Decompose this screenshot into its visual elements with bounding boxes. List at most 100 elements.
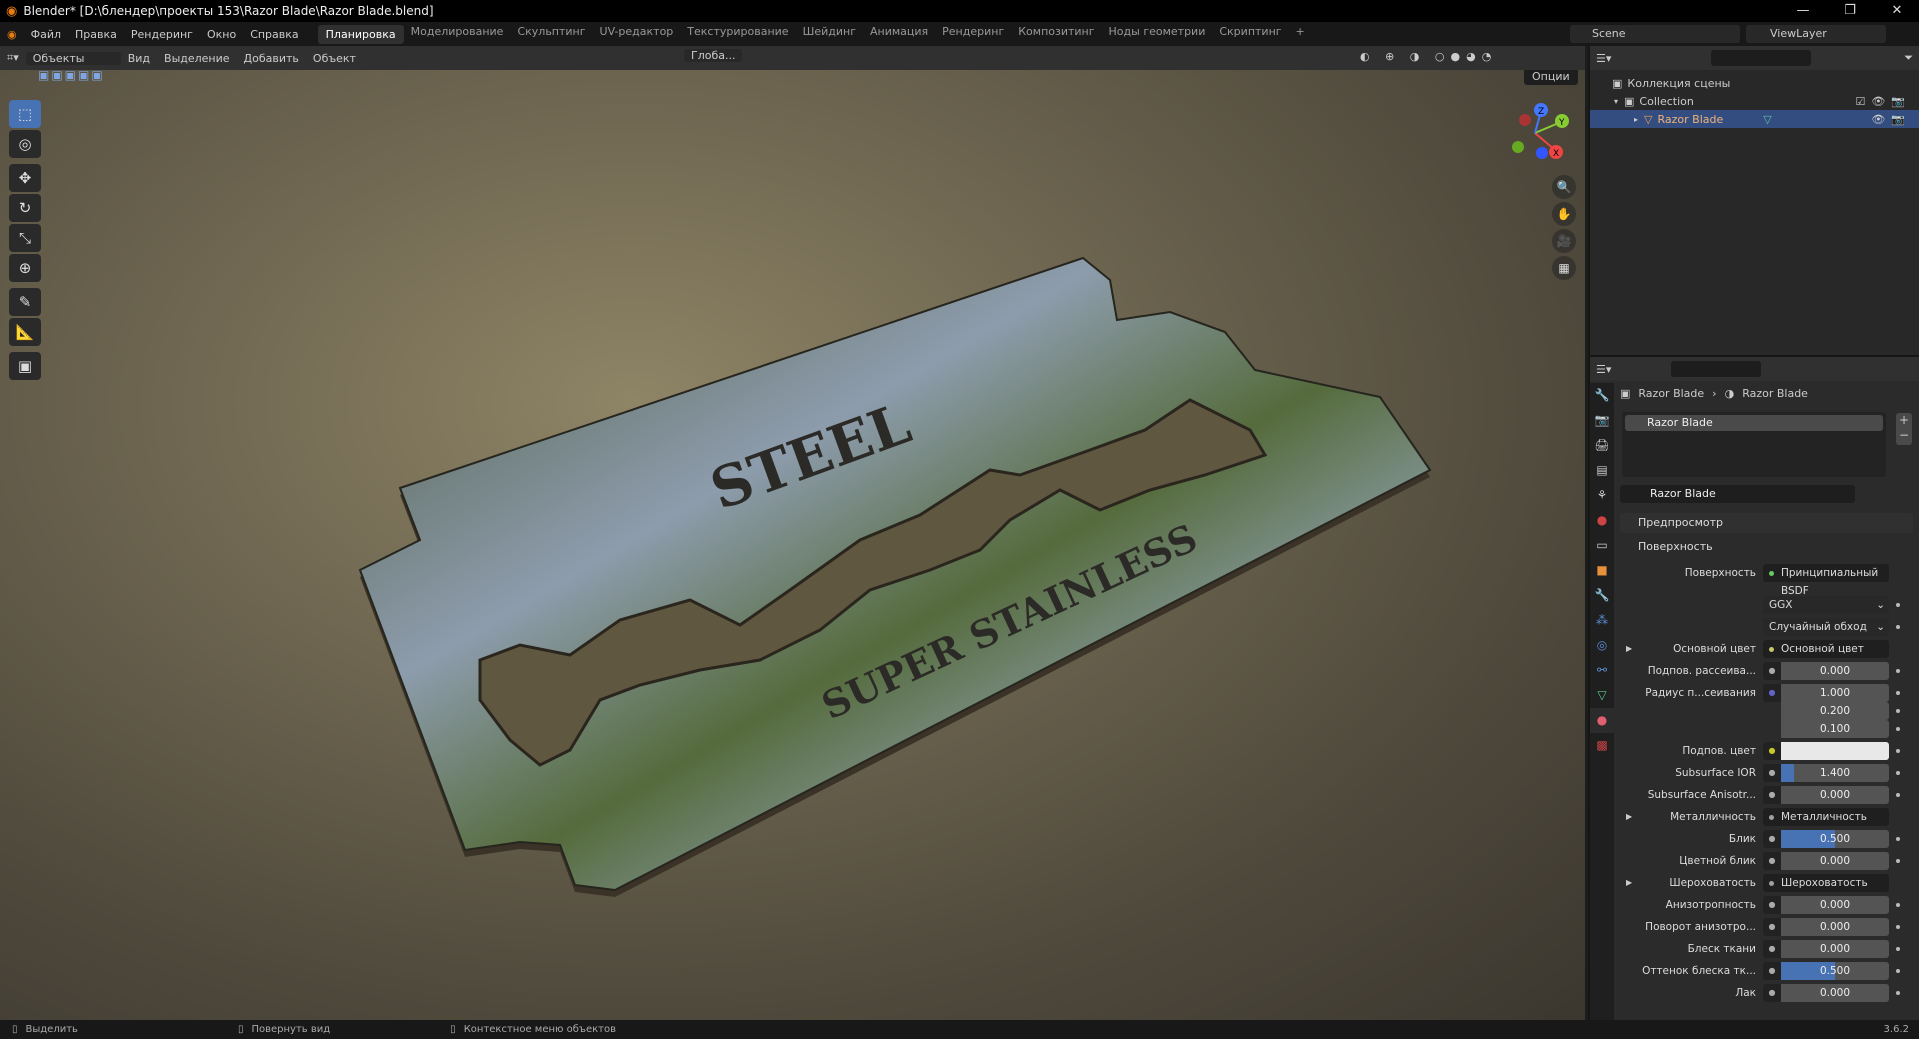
keyframe-dot-icon[interactable]: [1896, 669, 1900, 673]
property-value-field[interactable]: 0.000: [1781, 786, 1889, 804]
workspace-tab[interactable]: Скульптинг: [510, 25, 592, 44]
socket-icon[interactable]: ●: [1763, 962, 1781, 980]
minimize-button[interactable]: —: [1781, 0, 1825, 22]
keyframe-dot-icon[interactable]: [1896, 991, 1900, 995]
blender-menu-icon[interactable]: ◉: [0, 28, 24, 41]
keyframe-dot-icon[interactable]: [1896, 771, 1900, 775]
workspace-tab[interactable]: Ноды геометрии: [1102, 25, 1213, 44]
tool-tab-icon[interactable]: 🔧: [1590, 383, 1614, 408]
scene-collection-row[interactable]: ▣ Коллекция сцены: [1590, 74, 1919, 92]
keyframe-dot-icon[interactable]: [1896, 727, 1900, 731]
keyframe-dot-icon[interactable]: [1896, 691, 1900, 695]
collection-row[interactable]: ▾ ▣ Collection ☑👁📷: [1590, 92, 1919, 110]
keyframe-dot-icon[interactable]: [1896, 947, 1900, 951]
constraints-tab-icon[interactable]: ⚯: [1590, 658, 1614, 683]
grid-ortho-icon[interactable]: ▦: [1552, 256, 1576, 280]
object-row-razor-blade[interactable]: ▸ ▽ Razor Blade ▽ 👁📷: [1590, 110, 1919, 128]
collection-tab-icon[interactable]: ▭: [1590, 533, 1614, 558]
scene-selector[interactable]: Scene: [1570, 25, 1740, 43]
particles-tab-icon[interactable]: ⁂: [1590, 608, 1614, 633]
subsurface-method-dropdown[interactable]: Случайный обход ⌄: [1763, 618, 1889, 636]
keyframe-dot-icon[interactable]: [1896, 709, 1900, 713]
workspace-tab[interactable]: Анимация: [863, 25, 935, 44]
properties-search-input[interactable]: [1671, 361, 1762, 377]
visibility-icons[interactable]: 👁📷: [1871, 113, 1911, 126]
keyframe-dot-icon[interactable]: [1896, 859, 1900, 863]
color-swatch[interactable]: [1781, 742, 1889, 760]
output-tab-icon[interactable]: 🖨: [1590, 433, 1614, 458]
menu-view[interactable]: Вид: [121, 52, 157, 65]
restore-button[interactable]: ❐: [1828, 0, 1872, 22]
socket-icon[interactable]: ●: [1763, 852, 1781, 870]
orientation-dropdown[interactable]: Глоба...: [684, 49, 743, 62]
property-value-field[interactable]: 0.000: [1781, 852, 1889, 870]
surface-panel-header[interactable]: Поверхность: [1620, 537, 1913, 557]
property-value-field[interactable]: 0.500: [1781, 962, 1889, 980]
property-value-field[interactable]: 0.000: [1781, 896, 1889, 914]
workspace-tab[interactable]: Композитинг: [1011, 25, 1101, 44]
shading-buttons[interactable]: ◐ ⊕ ◑ ○●◕◔: [1360, 50, 1497, 63]
render-tab-icon[interactable]: 📷: [1590, 408, 1614, 433]
socket-icon[interactable]: ●: [1763, 742, 1781, 760]
distribution-dropdown[interactable]: GGX ⌄: [1763, 596, 1889, 614]
preview-panel-header[interactable]: Предпросмотр: [1620, 513, 1913, 533]
property-value-field[interactable]: 0.200: [1781, 702, 1889, 720]
property-value-field[interactable]: 0.500: [1781, 830, 1889, 848]
modifier-tab-icon[interactable]: 🔧: [1590, 583, 1614, 608]
physics-tab-icon[interactable]: ◎: [1590, 633, 1614, 658]
property-value-field[interactable]: 0.000: [1781, 984, 1889, 1002]
socket-icon[interactable]: ●: [1763, 896, 1781, 914]
workspace-tab[interactable]: Скриптинг: [1212, 25, 1288, 44]
view-layer-selector[interactable]: ViewLayer: [1746, 25, 1886, 43]
property-value-field[interactable]: 1.400: [1781, 764, 1889, 782]
world-tab-icon[interactable]: ●: [1590, 508, 1614, 533]
socket-icon[interactable]: ●: [1763, 984, 1781, 1002]
3d-viewport[interactable]: ▣▣▣▣▣ Опции ⬚ ◎ ✥ ↻ ⤡ ⊕ ✎ 📐 ▣ STEEL SUPE…: [0, 70, 1585, 1020]
menu-item[interactable]: Файл: [24, 28, 68, 41]
workspace-tab[interactable]: Планировка: [317, 24, 404, 44]
menu-item[interactable]: Справка: [243, 28, 305, 41]
property-link-field[interactable]: Металличность: [1763, 808, 1889, 826]
property-link-field[interactable]: Основной цвет: [1763, 640, 1889, 658]
navigation-gizmo[interactable]: X Y Z: [1505, 100, 1575, 170]
material-tab-icon[interactable]: ●: [1590, 708, 1614, 733]
socket-icon[interactable]: ●: [1763, 940, 1781, 958]
mode-dropdown[interactable]: Объекты: [25, 51, 121, 65]
outliner-type-icon[interactable]: ☰▾: [1596, 52, 1611, 65]
menu-item[interactable]: Правка: [68, 28, 124, 41]
editor-type-icon[interactable]: ⌗▾: [0, 51, 26, 65]
workspace-tab[interactable]: Текстурирование: [680, 25, 795, 44]
socket-icon[interactable]: ●: [1763, 684, 1781, 702]
property-value-field[interactable]: 0.100: [1781, 720, 1889, 738]
view-layer-tab-icon[interactable]: ▤: [1590, 458, 1614, 483]
object-tab-icon[interactable]: ■: [1590, 558, 1614, 583]
visibility-icons[interactable]: ☑👁📷: [1855, 95, 1911, 108]
keyframe-dot-icon[interactable]: [1896, 749, 1900, 753]
scene-tab-icon[interactable]: ⚘: [1590, 483, 1614, 508]
texture-tab-icon[interactable]: ▩: [1590, 733, 1614, 758]
expand-arrow-icon[interactable]: ▸: [1634, 115, 1638, 124]
camera-icon[interactable]: 🎥: [1552, 229, 1576, 253]
filter-icon[interactable]: ⏷: [1904, 51, 1913, 65]
material-name-field[interactable]: Razor Blade: [1620, 485, 1855, 503]
socket-icon[interactable]: ●: [1763, 918, 1781, 936]
workspace-tab[interactable]: Моделирование: [404, 25, 511, 44]
add-remove-slot-buttons[interactable]: + −: [1896, 413, 1912, 445]
keyframe-dot-icon[interactable]: [1896, 969, 1900, 973]
workspace-tab[interactable]: Рендеринг: [935, 25, 1011, 44]
menu-object[interactable]: Объект: [306, 52, 363, 65]
zoom-icon[interactable]: 🔍: [1552, 175, 1576, 199]
properties-type-icon[interactable]: ☰▾: [1596, 363, 1611, 376]
menu-item[interactable]: Рендеринг: [124, 28, 200, 41]
menu-item[interactable]: Окно: [200, 28, 243, 41]
material-slot-list[interactable]: Razor Blade: [1622, 412, 1886, 477]
keyframe-dot-icon[interactable]: [1896, 837, 1900, 841]
workspace-tab[interactable]: UV-редактор: [593, 25, 681, 44]
property-value-field[interactable]: 0.000: [1781, 940, 1889, 958]
socket-icon[interactable]: ●: [1763, 662, 1781, 680]
menu-select[interactable]: Выделение: [157, 52, 237, 65]
outliner-search-input[interactable]: [1711, 50, 1812, 66]
socket-icon[interactable]: ●: [1763, 764, 1781, 782]
surface-shader-field[interactable]: Принципиальный BSDF: [1763, 564, 1889, 597]
socket-icon[interactable]: ●: [1763, 830, 1781, 848]
